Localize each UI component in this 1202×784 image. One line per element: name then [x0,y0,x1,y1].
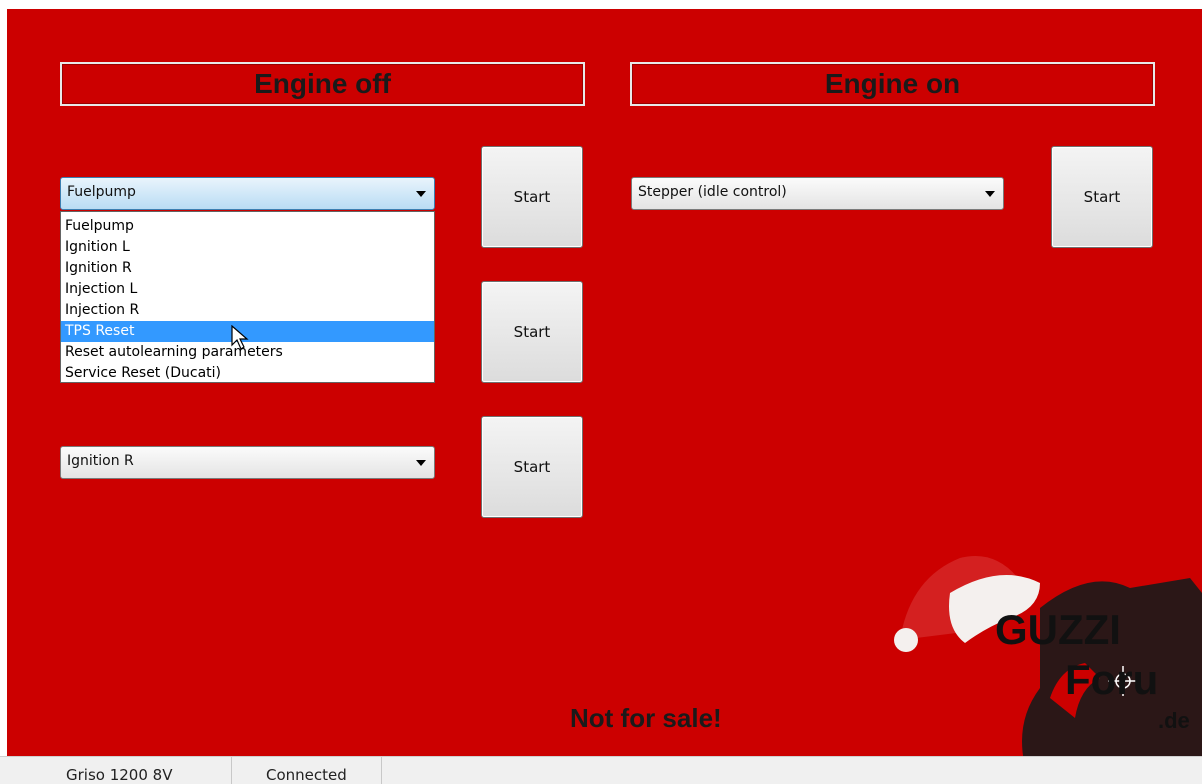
dropdown-option-injection-l[interactable]: Injection L [61,279,434,300]
start-button-label: Start [513,188,551,206]
engine-on-function-select[interactable]: Stepper (idle control) [631,177,1004,210]
dropdown-option-fuelpump[interactable]: Fuelpump [61,216,434,237]
logo-text-guzzi: GUZZI [995,606,1121,653]
engine-on-header: Engine on [630,62,1155,106]
not-for-sale-notice: Not for sale! [570,703,722,733]
chevron-down-icon[interactable] [416,460,426,466]
start-button-3[interactable]: Start [481,416,583,518]
start-button-1[interactable]: Start [481,146,583,248]
logo-text-forum: Foru [1065,656,1159,703]
start-button-2[interactable]: Start [481,281,583,383]
function-dropdown-list[interactable]: Fuelpump Ignition L Ignition R Injection… [60,211,435,383]
status-connection: Connected [258,757,382,784]
mouse-cursor-icon [231,325,249,350]
logo-text-de: .de [1158,708,1190,733]
chevron-down-icon[interactable] [985,191,995,197]
engine-on-title: Engine on [824,68,961,99]
dropdown-option-ignition-r[interactable]: Ignition R [61,258,434,279]
engine-off-function-select-1[interactable]: Fuelpump [60,177,435,210]
engine-off-header: Engine off [60,62,585,106]
engine-off-title: Engine off [254,68,391,99]
dropdown-option-ignition-l[interactable]: Ignition L [61,237,434,258]
engine-off-function-select-3[interactable]: Ignition R [60,446,435,479]
start-button-label: Start [1083,188,1121,206]
engine-on-start-button[interactable]: Start [1051,146,1153,248]
dropdown-option-service-reset[interactable]: Service Reset (Ducati) [61,363,434,384]
status-model: Griso 1200 8V [58,757,232,784]
start-button-label: Start [513,458,551,476]
dropdown-option-injection-r[interactable]: Injection R [61,300,434,321]
status-bar: Griso 1200 8V Connected [0,756,1202,784]
select-value: Ignition R [67,453,134,469]
guzzi-forum-logo: GUZZI Foru .de [890,548,1202,783]
select-value: Stepper (idle control) [638,184,787,200]
select-value: Fuelpump [67,184,136,200]
start-button-label: Start [513,323,551,341]
chevron-down-icon[interactable] [416,191,426,197]
